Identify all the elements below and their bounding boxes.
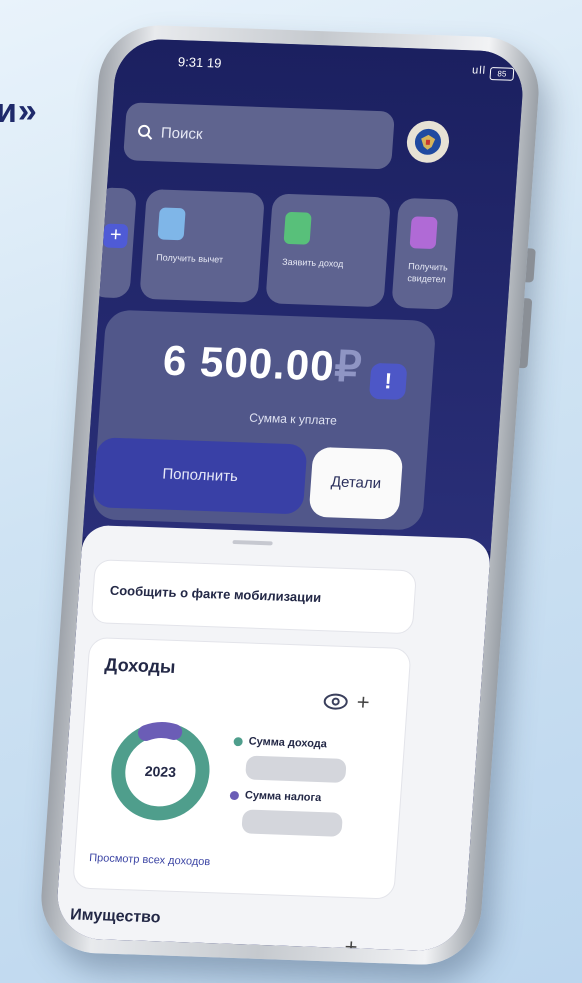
view-all-income-link[interactable]: Просмотр всех доходов	[89, 852, 211, 868]
certificate-icon	[409, 216, 438, 250]
quick-action-income[interactable]: Заявить доход	[265, 193, 391, 308]
income-title: Доходы	[104, 654, 177, 677]
legend-income: Сумма дохода	[233, 735, 327, 750]
header-panel: 9:31 19 ull 85 Поиск + Получить вычет За…	[82, 37, 526, 552]
status-bar: 9:31 19 ull 85	[115, 52, 524, 86]
battery-icon: 85	[489, 66, 515, 81]
signal-icon: ull	[471, 64, 487, 77]
plus-icon: +	[102, 223, 129, 249]
eye-icon[interactable]	[322, 692, 349, 711]
phone-screen: 9:31 19 ull 85 Поиск + Получить вычет За…	[54, 37, 526, 953]
search-input[interactable]: Поиск	[122, 102, 395, 170]
balance-card: 6 500.00₽ ! Сумма к уплате Пополнить Дет…	[91, 309, 437, 531]
eagle-icon	[414, 128, 442, 155]
mobilization-label: Сообщить о факте мобилизации	[109, 582, 322, 606]
search-placeholder: Поиск	[160, 124, 204, 143]
status-time: 9:31 19	[177, 54, 222, 71]
phone-mockup: 9:31 19 ull 85 Поиск + Получить вычет За…	[37, 23, 543, 967]
tax-amount-placeholder	[241, 809, 343, 837]
ruble-document-icon	[283, 211, 312, 245]
income-amount-placeholder	[245, 755, 347, 783]
quick-action-certificate[interactable]: Получить свидетел	[391, 197, 459, 310]
sheet-handle[interactable]	[232, 539, 273, 546]
quick-action-deduction[interactable]: Получить вычет	[139, 189, 265, 303]
currency-sign: ₽	[332, 342, 364, 391]
fns-emblem-icon[interactable]	[405, 120, 451, 164]
legend-dot	[229, 790, 240, 800]
quick-action-label: Заявить доход	[281, 256, 344, 269]
alert-icon[interactable]: !	[368, 362, 408, 401]
document-icon	[157, 207, 186, 241]
legend-dot	[233, 736, 244, 746]
quick-action-label: Получить вычет	[155, 252, 224, 265]
income-card: Доходы + 2023 Сумма дохода Сумма налога	[72, 637, 412, 900]
volume-button	[525, 248, 536, 283]
add-income-icon[interactable]: +	[356, 689, 371, 715]
mobilization-card[interactable]: Сообщить о факте мобилизации	[90, 559, 418, 635]
top-up-button[interactable]: Пополнить	[92, 437, 308, 515]
legend-tax: Сумма налога	[229, 789, 322, 804]
income-year: 2023	[144, 762, 177, 780]
balance-caption: Сумма к уплате	[248, 410, 338, 428]
search-icon	[138, 124, 153, 140]
quick-actions: + Получить вычет Заявить доход Получить …	[89, 187, 515, 312]
bottom-sheet: Сообщить о факте мобилизации Доходы + 20…	[54, 524, 492, 953]
balance-amount: 6 500.00₽	[161, 336, 364, 391]
property-title: Имущество	[69, 906, 162, 927]
details-button[interactable]: Детали	[308, 446, 404, 520]
quick-action-label: Получить свидетел	[407, 261, 449, 285]
background-heading: и»	[0, 92, 38, 130]
